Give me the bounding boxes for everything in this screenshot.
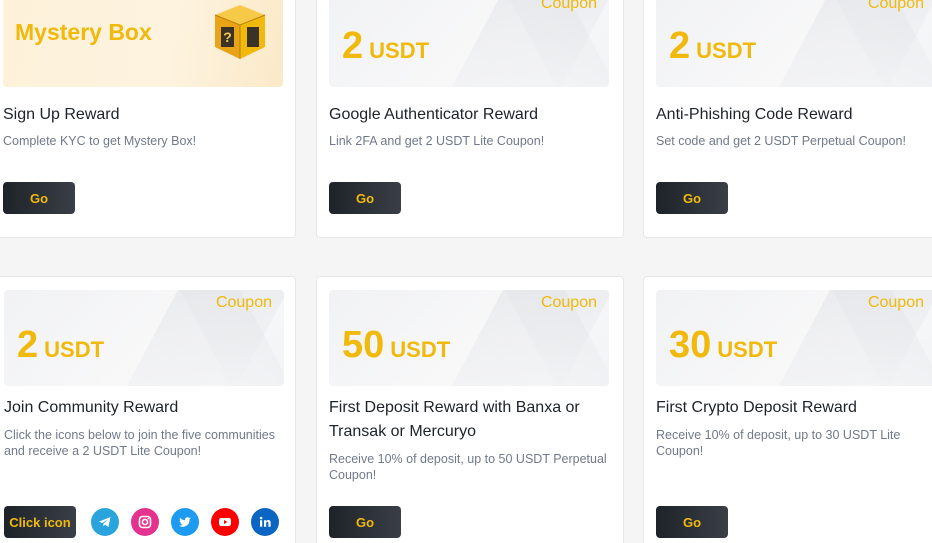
card-title: First Deposit Reward with Banxa or Trans… [329,399,580,440]
coupon-label: Coupon [867,294,924,311]
coupon-banner: Coupon 30 USDT [656,290,932,386]
mystery-box-icon: ? [214,5,266,59]
coupon-label: Coupon [540,0,597,12]
card-description: Click the icons below to join the five c… [4,428,275,458]
coupon-label: Coupon [540,294,597,311]
card-title: Anti-Phishing Code Reward [656,106,853,123]
coupon-banner: Coupon 2 USDT [329,0,609,87]
coupon-banner: Coupon 2 USDT [656,0,932,87]
coupon-banner: Coupon 2 USDT [4,290,284,386]
coupon-amount: 30 USDT [669,324,778,366]
telegram-icon[interactable] [91,508,119,536]
card-title: First Crypto Deposit Reward [656,399,857,416]
coupon-banner: Coupon 50 USDT [329,290,609,386]
card-description: Complete KYC to get Mystery Box! [3,134,197,148]
reward-card-google-authenticator: Coupon 2 USDT Google Authenticator Reward… [316,0,624,238]
card-description: Set code and get 2 USDT Perpetual Coupon… [656,134,906,148]
coupon-amount: 50 USDT [342,324,451,366]
reward-card-first-deposit-banxa: Coupon 50 USDT First Deposit Reward with … [316,276,624,543]
card-title: Google Authenticator Reward [329,106,539,123]
twitter-icon[interactable] [171,508,199,536]
coupon-label: Coupon [215,294,272,311]
linkedin-icon[interactable] [251,508,279,536]
card-title: Sign Up Reward [3,106,120,123]
coupon-amount: 2 USDT [342,25,430,67]
card-description: Receive 10% of deposit, up to 50 USDT Pe… [329,452,607,482]
instagram-icon[interactable] [131,508,159,536]
go-button[interactable]: Go [656,506,728,538]
reward-card-first-crypto-deposit: Coupon 30 USDT First Crypto Deposit Rewar… [643,276,932,543]
coupon-amount: 2 USDT [17,324,105,366]
click-icon-button[interactable]: Click icon [4,506,76,538]
card-description: Receive 10% of deposit, up to 30 USDT Li… [656,428,901,458]
go-button[interactable]: Go [329,182,401,214]
go-button[interactable]: Go [3,182,75,214]
reward-card-anti-phishing: Coupon 2 USDT Anti-Phishing Code Reward S… [643,0,932,238]
reward-card-sign-up: Mystery Box ? Sign Up Reward Complete KY… [0,0,296,238]
card-description: Link 2FA and get 2 USDT Lite Coupon! [329,134,545,148]
card-title: Join Community Reward [4,399,179,416]
go-button[interactable]: Go [656,182,728,214]
youtube-icon[interactable] [211,508,239,536]
banner-title: Mystery Box [15,19,152,45]
mystery-box-banner: Mystery Box ? [3,0,283,87]
coupon-amount: 2 USDT [669,25,757,67]
coupon-label: Coupon [867,0,924,12]
reward-card-join-community: Coupon 2 USDT Join Community Reward Click… [0,276,296,543]
svg-text:?: ? [223,29,232,45]
go-button[interactable]: Go [329,506,401,538]
